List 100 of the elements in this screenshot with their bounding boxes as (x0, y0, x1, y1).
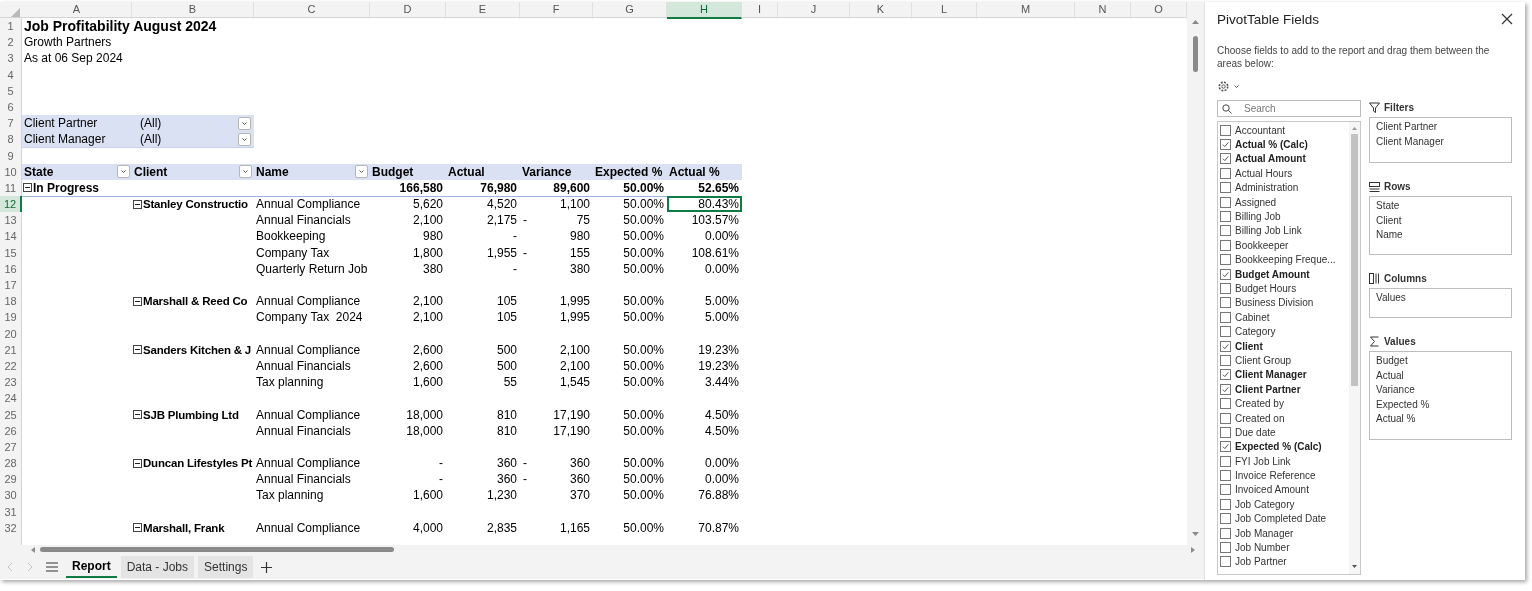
row-header[interactable]: 24 (0, 390, 22, 407)
dropdown-button[interactable] (239, 165, 252, 179)
checkbox[interactable] (1220, 196, 1231, 208)
column-header[interactable]: I (742, 2, 778, 19)
checkbox[interactable] (1220, 283, 1231, 294)
area-item[interactable]: Client Manager (1376, 134, 1505, 149)
collapse-icon[interactable] (23, 183, 32, 193)
column-header[interactable]: B (132, 2, 254, 19)
area-box[interactable]: Budget Actual Variance Expected % Actual % (1369, 351, 1512, 440)
field-name[interactable]: Accountant (1235, 124, 1286, 136)
field-name[interactable]: Business Division (1235, 297, 1314, 309)
field-name[interactable]: Cabinet (1235, 311, 1270, 323)
checkbox[interactable] (1220, 412, 1231, 424)
row-header[interactable]: 8 (0, 131, 22, 149)
row-header[interactable]: 28 (0, 455, 22, 472)
column-header[interactable]: F (520, 2, 593, 19)
field-name[interactable]: Administration (1235, 182, 1299, 194)
row-header[interactable]: 18 (0, 293, 22, 310)
field-name[interactable]: FYI Job Link (1235, 455, 1291, 467)
row-header[interactable]: 13 (0, 212, 22, 229)
column-header[interactable]: J (778, 2, 850, 19)
area-item[interactable]: Values (1376, 291, 1505, 306)
search-field[interactable]: Search (1217, 100, 1361, 117)
field-name[interactable]: Invoiced Amount (1235, 484, 1309, 496)
row-header[interactable]: 23 (0, 374, 22, 391)
field-name[interactable]: Job Partner (1235, 556, 1287, 568)
field-name[interactable]: Created by (1235, 398, 1284, 410)
row-header[interactable]: 19 (0, 309, 22, 326)
column-header[interactable]: E (446, 2, 520, 19)
column-header[interactable]: C (254, 2, 370, 19)
checkbox[interactable] (1220, 354, 1231, 366)
dropdown-button[interactable] (355, 165, 368, 179)
checkbox[interactable] (1220, 297, 1231, 309)
checkbox[interactable] (1220, 311, 1231, 323)
checkbox[interactable] (1220, 398, 1231, 410)
row-header[interactable]: 30 (0, 487, 22, 504)
area-box[interactable]: Client Partner Client Manager (1369, 117, 1512, 163)
dropdown-button[interactable] (238, 132, 251, 146)
checkbox[interactable] (1220, 527, 1231, 539)
field-name[interactable]: Expected % (Calc) (1235, 441, 1322, 453)
field-name[interactable]: Assigned (1235, 196, 1277, 208)
sheet-tab[interactable]: Data - Jobs (120, 556, 195, 578)
field-name[interactable]: Invoice Reference (1235, 470, 1316, 482)
checkbox[interactable] (1220, 513, 1231, 525)
checkbox[interactable] (1220, 426, 1231, 438)
field-name[interactable]: Client (1235, 340, 1263, 352)
checkbox[interactable] (1220, 239, 1231, 251)
field-name[interactable]: Due date (1235, 426, 1276, 438)
checkbox[interactable] (1220, 182, 1231, 194)
checkbox[interactable] (1220, 369, 1231, 381)
field-name[interactable]: Budget Hours (1235, 283, 1297, 294)
checkbox[interactable] (1220, 498, 1231, 510)
checkbox[interactable] (1220, 254, 1231, 266)
field-name[interactable]: Actual Amount (1235, 153, 1306, 165)
area-item[interactable]: State (1376, 199, 1505, 214)
checkbox[interactable] (1220, 139, 1231, 151)
area-item[interactable]: Variance (1376, 383, 1505, 398)
area-item[interactable]: Client (1376, 213, 1505, 228)
column-header[interactable]: D (370, 2, 446, 19)
area-item[interactable]: Name (1376, 228, 1505, 243)
collapse-icon[interactable] (133, 458, 142, 468)
checkbox[interactable] (1220, 556, 1231, 568)
checkbox[interactable] (1220, 542, 1231, 553)
field-name[interactable]: Bookkeeper (1235, 239, 1289, 251)
area-item[interactable]: Actual (1376, 368, 1505, 383)
field-name[interactable]: Job Category (1235, 498, 1295, 510)
row-header[interactable]: 12 (0, 196, 22, 213)
area-item[interactable]: Client Partner (1376, 120, 1505, 135)
field-name[interactable]: Client Manager (1235, 369, 1307, 381)
checkbox[interactable] (1220, 211, 1231, 223)
checkbox[interactable] (1220, 441, 1231, 453)
column-header[interactable]: M (977, 2, 1075, 19)
checkbox[interactable] (1220, 383, 1231, 395)
dropdown-button[interactable] (238, 116, 251, 130)
collapse-icon[interactable] (133, 410, 142, 420)
dropdown-button[interactable] (117, 165, 130, 179)
row-header[interactable]: 17 (0, 277, 22, 294)
field-name[interactable]: Job Manager (1235, 527, 1294, 539)
column-header[interactable]: H (667, 2, 742, 19)
checkbox[interactable] (1220, 340, 1231, 352)
field-name[interactable]: Category (1235, 326, 1276, 338)
checkbox[interactable] (1220, 484, 1231, 496)
field-name[interactable]: Job Number (1235, 542, 1290, 553)
checkbox[interactable] (1220, 455, 1231, 467)
column-header[interactable]: N (1075, 2, 1131, 19)
collapse-icon[interactable] (133, 345, 142, 355)
row-header[interactable]: 2 (0, 34, 22, 51)
field-name[interactable]: Bookkeeping Freque... (1235, 254, 1336, 266)
row-header[interactable]: 14 (0, 228, 22, 245)
field-name[interactable]: Client Partner (1235, 383, 1301, 395)
row-header[interactable]: 3 (0, 50, 22, 67)
field-name[interactable]: Billing Job (1235, 211, 1281, 223)
row-header[interactable]: 1 (0, 18, 22, 35)
collapse-icon[interactable] (133, 199, 142, 209)
field-name[interactable]: Budget Amount (1235, 268, 1310, 280)
area-item[interactable]: Budget (1376, 354, 1505, 369)
field-name[interactable]: Client Group (1235, 354, 1292, 366)
checkbox[interactable] (1220, 225, 1231, 237)
close-button[interactable] (1501, 13, 1513, 25)
area-box[interactable]: State Client Name (1369, 196, 1512, 255)
